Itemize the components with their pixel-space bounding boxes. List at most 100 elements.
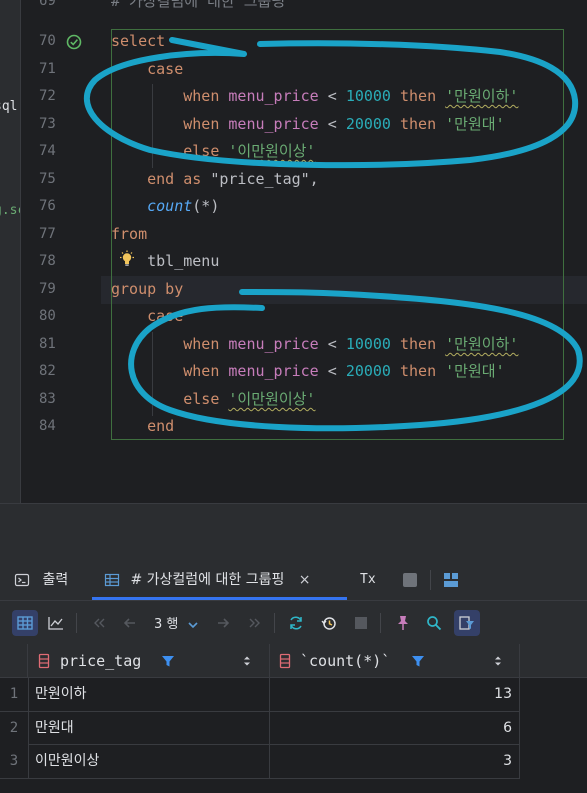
line-number: 83 <box>39 391 56 407</box>
cell-price-tag[interactable]: 이만원이상 <box>28 745 270 778</box>
column-header-label: price_tag <box>60 652 142 670</box>
line-number: 72 <box>39 88 56 104</box>
results-tab-bar: 출력 # 가상컬럼에 대한 그룹핑 × Tx <box>0 560 587 600</box>
chevron-down-icon <box>187 621 198 628</box>
line-number: 77 <box>39 226 56 242</box>
cell-count[interactable]: 13 <box>270 678 520 711</box>
chart-view-button[interactable] <box>43 610 69 636</box>
column-icon <box>279 653 291 669</box>
arrow-left-icon <box>123 618 135 628</box>
line-number: 76 <box>39 198 56 214</box>
toolbar-separator <box>274 613 275 633</box>
code-line-82: when menu_price < 20000 then '만원대' <box>183 362 505 380</box>
arrow-right-icon <box>218 618 230 628</box>
console-icon <box>14 573 30 587</box>
code-line-81: when menu_price < 10000 then '만원이하' <box>183 335 519 353</box>
previous-page-button[interactable] <box>117 610 143 636</box>
code-area[interactable]: # 가상컬럼에 대한 그룹핑 select case when menu_pri… <box>111 0 587 503</box>
layout-icon[interactable] <box>443 572 459 588</box>
double-chevron-right-icon <box>249 618 260 628</box>
tab-query-result[interactable]: # 가상컬럼에 대한 그룹핑 × <box>104 560 311 600</box>
transaction-button[interactable]: Tx <box>360 560 376 600</box>
table-view-button[interactable] <box>12 610 38 636</box>
table-icon <box>104 573 120 587</box>
pin-tab-button[interactable] <box>390 610 416 636</box>
cell-count[interactable]: 6 <box>270 711 520 745</box>
line-number-gutter: 69 70 71 72 73 74 75 76 77 78 79 80 81 82 83 84 <box>21 0 101 503</box>
line-number: 81 <box>39 336 56 352</box>
result-grid-header: price_tag `count(*)` <box>0 644 587 678</box>
tab-query-label: # 가상컬럼에 대한 그룹핑 <box>130 572 285 588</box>
column-header-count[interactable]: `count(*)` <box>270 644 520 678</box>
sort-icon[interactable] <box>493 655 503 667</box>
refresh-button[interactable] <box>283 610 309 636</box>
line-number: 78 <box>39 253 56 269</box>
line-number: 73 <box>39 116 56 132</box>
code-line-77: from <box>111 225 148 243</box>
column-header-label: `count(*)` <box>300 652 391 670</box>
code-line-84: end <box>147 417 175 435</box>
line-number: 75 <box>39 171 56 187</box>
last-page-button[interactable] <box>242 610 268 636</box>
result-grid[interactable]: price_tag `count(*)` 1 만원이하 13 2 만원대 6 3… <box>0 644 587 793</box>
code-line-72: when menu_price < 10000 then '만원이하' <box>183 87 519 105</box>
tab-output[interactable]: 출력 <box>14 560 68 600</box>
code-line-83: else '이만원이상' <box>183 390 316 408</box>
table-row[interactable]: 2 만원대 6 <box>0 711 520 745</box>
history-button[interactable] <box>316 610 342 636</box>
filter-toggle-button[interactable] <box>454 610 480 636</box>
column-header-price-tag[interactable]: price_tag <box>28 644 270 678</box>
stop-icon[interactable] <box>403 573 417 587</box>
lightbulb-icon[interactable] <box>118 250 136 268</box>
filter-funnel-icon[interactable] <box>411 654 425 668</box>
table-row[interactable]: 3 이만원이상 3 <box>0 745 520 779</box>
project-file-fragment: sql <box>0 99 18 114</box>
stop-square-icon <box>355 617 367 629</box>
project-file-fragment-2: g.sc <box>0 203 20 218</box>
next-page-button[interactable] <box>210 610 236 636</box>
pin-icon <box>398 616 408 630</box>
cell-price-tag[interactable]: 만원이하 <box>28 678 270 711</box>
code-line-80: case <box>147 307 184 325</box>
code-line-71: case <box>147 60 184 78</box>
table-row[interactable]: 1 만원이하 13 <box>0 678 520 712</box>
filter-funnel-icon[interactable] <box>161 654 175 668</box>
code-line-75: end as "price_tag", <box>147 170 319 188</box>
column-icon <box>38 653 50 669</box>
panel-splitter[interactable] <box>0 503 587 560</box>
line-number: 74 <box>39 143 56 159</box>
code-line-73: when menu_price < 20000 then '만원대' <box>183 115 505 133</box>
row-number: 1 <box>0 678 28 711</box>
toolbar-separator <box>380 613 381 633</box>
results-toolbar: 3 행 <box>0 600 587 644</box>
line-number: 82 <box>39 363 56 379</box>
row-count-selector[interactable]: 3 행 <box>154 613 199 632</box>
row-count-label: 3 행 <box>154 617 179 632</box>
row-number: 3 <box>0 745 28 778</box>
sql-editor[interactable]: sql g.sc 6970717273747576777879808182838… <box>0 0 587 503</box>
line-chart-icon <box>48 617 63 630</box>
line-number: 71 <box>39 61 56 77</box>
run-success-check-icon[interactable] <box>66 34 82 50</box>
line-number: 80 <box>39 308 56 324</box>
cell-count[interactable]: 3 <box>270 745 520 778</box>
code-line-74: else '이만원이상' <box>183 142 316 160</box>
refresh-icon <box>290 616 302 630</box>
line-number: 69 <box>39 0 56 9</box>
header-corner <box>0 644 28 678</box>
row-number: 2 <box>0 711 28 745</box>
cell-price-tag[interactable]: 만원대 <box>28 711 270 745</box>
first-page-button[interactable] <box>86 610 112 636</box>
toolbar-separator <box>76 613 77 633</box>
tab-close-icon[interactable]: × <box>299 572 311 588</box>
tab-output-label: 출력 <box>42 572 69 588</box>
cancel-query-button[interactable] <box>348 610 374 636</box>
code-line-76: count(*) <box>147 197 220 215</box>
line-number: 84 <box>39 418 56 434</box>
project-panel-edge[interactable]: sql g.sc <box>0 0 21 503</box>
grid-view-icon <box>17 616 33 630</box>
filter-icon <box>459 616 474 630</box>
sort-icon[interactable] <box>242 655 252 667</box>
search-button[interactable] <box>421 610 447 636</box>
line-number: 79 <box>39 281 56 297</box>
